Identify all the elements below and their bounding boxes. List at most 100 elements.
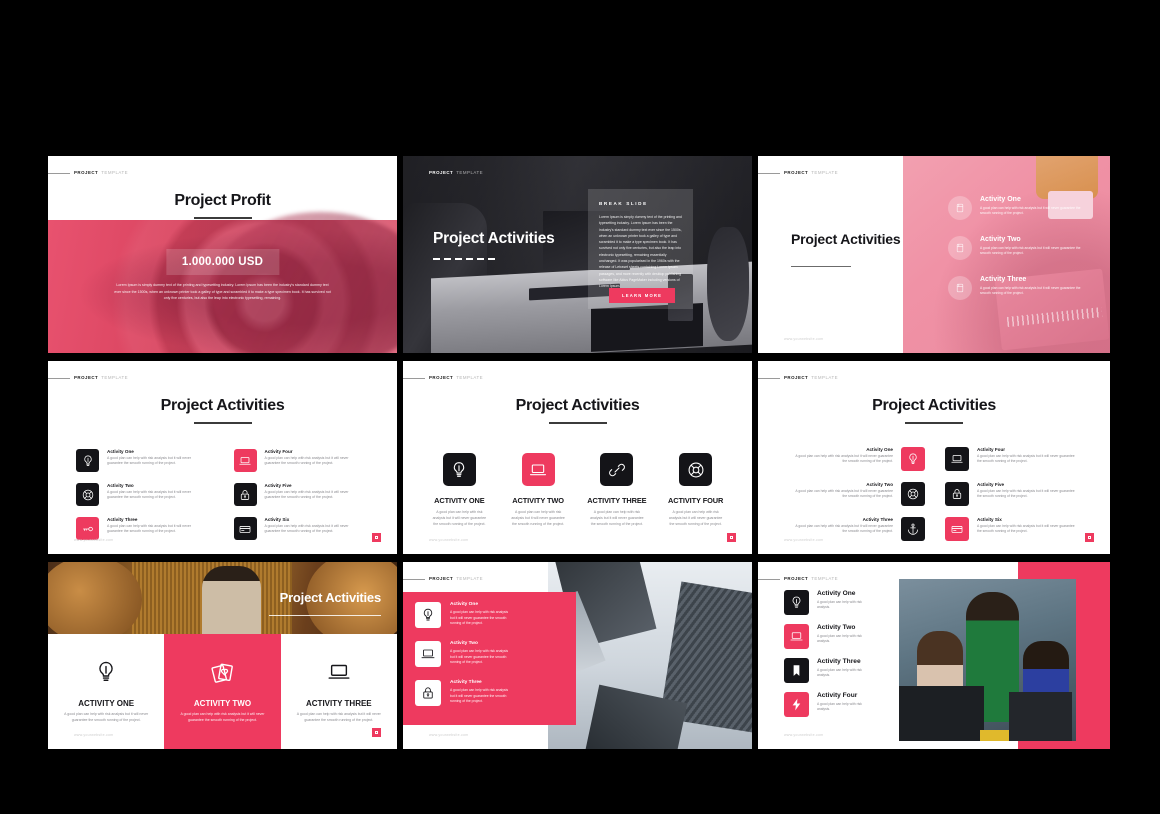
page-badge[interactable] [372,728,381,737]
list-item[interactable]: Activity Two A good plan can help with r… [784,624,871,649]
list-item[interactable]: Activity Three A good plan can help with… [76,517,220,540]
brand-rule [48,377,70,379]
list-item[interactable]: Activity Four A good plan can help with … [233,449,378,472]
lightbulb-icon [415,602,441,628]
activity-desc: A good plan can help with risk analysis … [296,712,381,722]
slide7-title-block: Project Activities [269,590,382,617]
brand-bold: PROJECT [74,375,99,380]
list-item[interactable]: Activity Four A good plan can help with … [945,447,1086,471]
activity-card[interactable]: ACTIVITY THREE A good plan can help with… [581,453,654,527]
watermark: www.yourwebsite.com [784,337,824,341]
activity-desc: A good plan can help with risk analysis … [590,510,644,526]
list-item[interactable]: Activity Five A good plan can help with … [945,482,1086,506]
activity-desc: A good plan can help with risk analysis … [264,456,349,466]
slide-activities-team-photo[interactable]: PROJECT TEMPLATE Activity One A good pla… [758,562,1110,749]
list-item[interactable]: Activity Three A good plan can help with… [948,276,1092,300]
activity-name: Activity Four [264,449,293,454]
slide6-activity-grid: Activity One A good plan can help with r… [784,447,1086,541]
list-item[interactable]: Activity One A good plan can help with r… [784,590,871,615]
activity-name: ACTIVITY ONE [78,699,135,709]
activity-name: Activity Two [980,236,1021,243]
list-item[interactable]: Activity One A good plan can help with r… [784,447,925,471]
activity-desc: A good plan can help with risk analysis … [977,489,1075,499]
brand-light: TEMPLATE [811,576,839,581]
list-item[interactable]: Activity Two A good plan can help with r… [784,482,925,506]
slide-activities-six-mirrored[interactable]: PROJECT TEMPLATE Project Activities Acti… [758,361,1110,554]
list-item[interactable]: Activity Two A good plan can help with r… [948,236,1092,260]
list-item[interactable]: Activity Two A good plan can help with r… [76,483,220,506]
list-item[interactable]: Activity One A good plan can help with r… [948,196,1092,220]
lock-icon [945,482,969,506]
activity-card[interactable]: ACTIVITY ONE A good plan can help with r… [48,634,164,749]
list-item[interactable]: Activity Five A good plan can help with … [233,483,378,506]
photo-monitor-right [1008,692,1073,741]
lock-icon [233,483,257,506]
lightbulb-icon [442,453,476,486]
list-item[interactable]: Activity Three A good plan can help with… [415,680,562,706]
watermark: www.yourwebsite.com [74,733,114,737]
page-title: Project Activities [515,397,640,414]
list-item[interactable]: Activity One A good plan can help with r… [76,449,220,472]
page-title: Project Activities [279,590,382,605]
list-item[interactable]: Activity Six A good plan can help with r… [945,517,1086,541]
brand-light: TEMPLATE [456,375,484,380]
list-item[interactable]: Activity Three A good plan can help with… [784,658,871,683]
brand-light: TEMPLATE [456,170,484,175]
activity-name: Activity One [817,590,856,597]
slide-activities-six-left[interactable]: PROJECT TEMPLATE Project Activities Acti… [48,361,397,554]
key-icon [76,517,99,540]
slide9-team-photo [899,579,1076,741]
activity-name: Activity Three [817,658,861,665]
activity-desc: A good plan can help with risk analysis … [795,454,893,464]
brand-bold: PROJECT [784,375,809,380]
list-item[interactable]: Activity Six A good plan can help with r… [233,517,378,540]
brand-mark: PROJECT TEMPLATE [758,375,838,380]
brand-mark: PROJECT TEMPLATE [758,576,839,581]
slide-project-profit[interactable]: PROJECT TEMPLATE Project Profit 1.000.00… [48,156,397,353]
card-icon [233,517,257,540]
activity-name: Activity Four [817,692,858,699]
laptop-icon [945,447,969,471]
brand-mark: PROJECT TEMPLATE [48,375,128,380]
slide4-activity-grid: Activity One A good plan can help with r… [76,449,377,540]
activity-desc: A good plan can help with risk analysis … [977,454,1075,464]
brand-mark: PROJECT TEMPLATE [403,375,484,380]
learn-more-button[interactable]: LEARN MORE [609,288,676,303]
slide-break[interactable]: PROJECT TEMPLATE Project Activities BREA… [403,156,752,353]
slide-activities-four-cards[interactable]: PROJECT TEMPLATE Project Activities ACTI… [403,361,752,554]
title-underline [269,615,381,617]
activity-card[interactable]: ACTIVITY TWO A good plan can help with r… [164,634,281,749]
slide8-buildings-photo [548,562,752,749]
slide-gallery: PROJECT TEMPLATE Project Profit 1.000.00… [48,156,1112,755]
brand-bold: PROJECT [784,170,809,175]
slide-activities-pink-photo[interactable]: PROJECT TEMPLATE Project Activities Acti… [758,156,1110,353]
activity-desc: A good plan can help with risk analysis … [795,524,893,534]
activity-desc: A good plan can help with risk analysis. [817,701,862,711]
activity-name: ACTIVITY FOUR [668,496,724,505]
activity-name: Activity One [980,196,1021,203]
activity-card[interactable]: ACTIVITY FOUR A good plan can help with … [659,453,732,527]
activity-card[interactable]: ACTIVITY TWO A good plan can help with r… [502,453,575,527]
list-item[interactable]: Activity One A good plan can help with r… [415,602,562,628]
brand-rule [758,377,780,379]
lifebuoy-icon [76,483,99,506]
page-badge[interactable] [1085,533,1094,542]
slide6-title-block: Project Activities [758,397,1110,424]
activity-desc: A good plan can help with risk analysis … [795,489,893,499]
list-item[interactable]: Activity Two A good plan can help with r… [415,641,562,667]
activity-card[interactable]: ACTIVITY ONE A good plan can help with r… [423,453,496,527]
page-badge[interactable] [372,533,381,542]
slide-activities-pink-card[interactable]: PROJECT TEMPLATE Activity One A good pla… [403,562,752,749]
lifebuoy-icon [679,453,713,486]
slide9-activity-list: Activity One A good plan can help with r… [784,590,871,726]
bolt-icon [784,692,809,717]
list-item[interactable]: Activity Four A good plan can help with … [784,692,871,717]
profit-amount-box: 1.000.000 USD [165,249,280,275]
activity-desc: A good plan can help with risk analysis … [107,524,192,534]
brand-rule [758,578,780,580]
brand-rule [48,172,70,174]
watermark: www.yourwebsite.com [784,538,824,542]
page-badge[interactable] [727,533,736,542]
slide-activities-three-cols[interactable]: Project Activities ACTIVITY ONE A good p… [48,562,397,749]
activity-desc: A good plan can help with risk analysis … [980,285,1081,295]
